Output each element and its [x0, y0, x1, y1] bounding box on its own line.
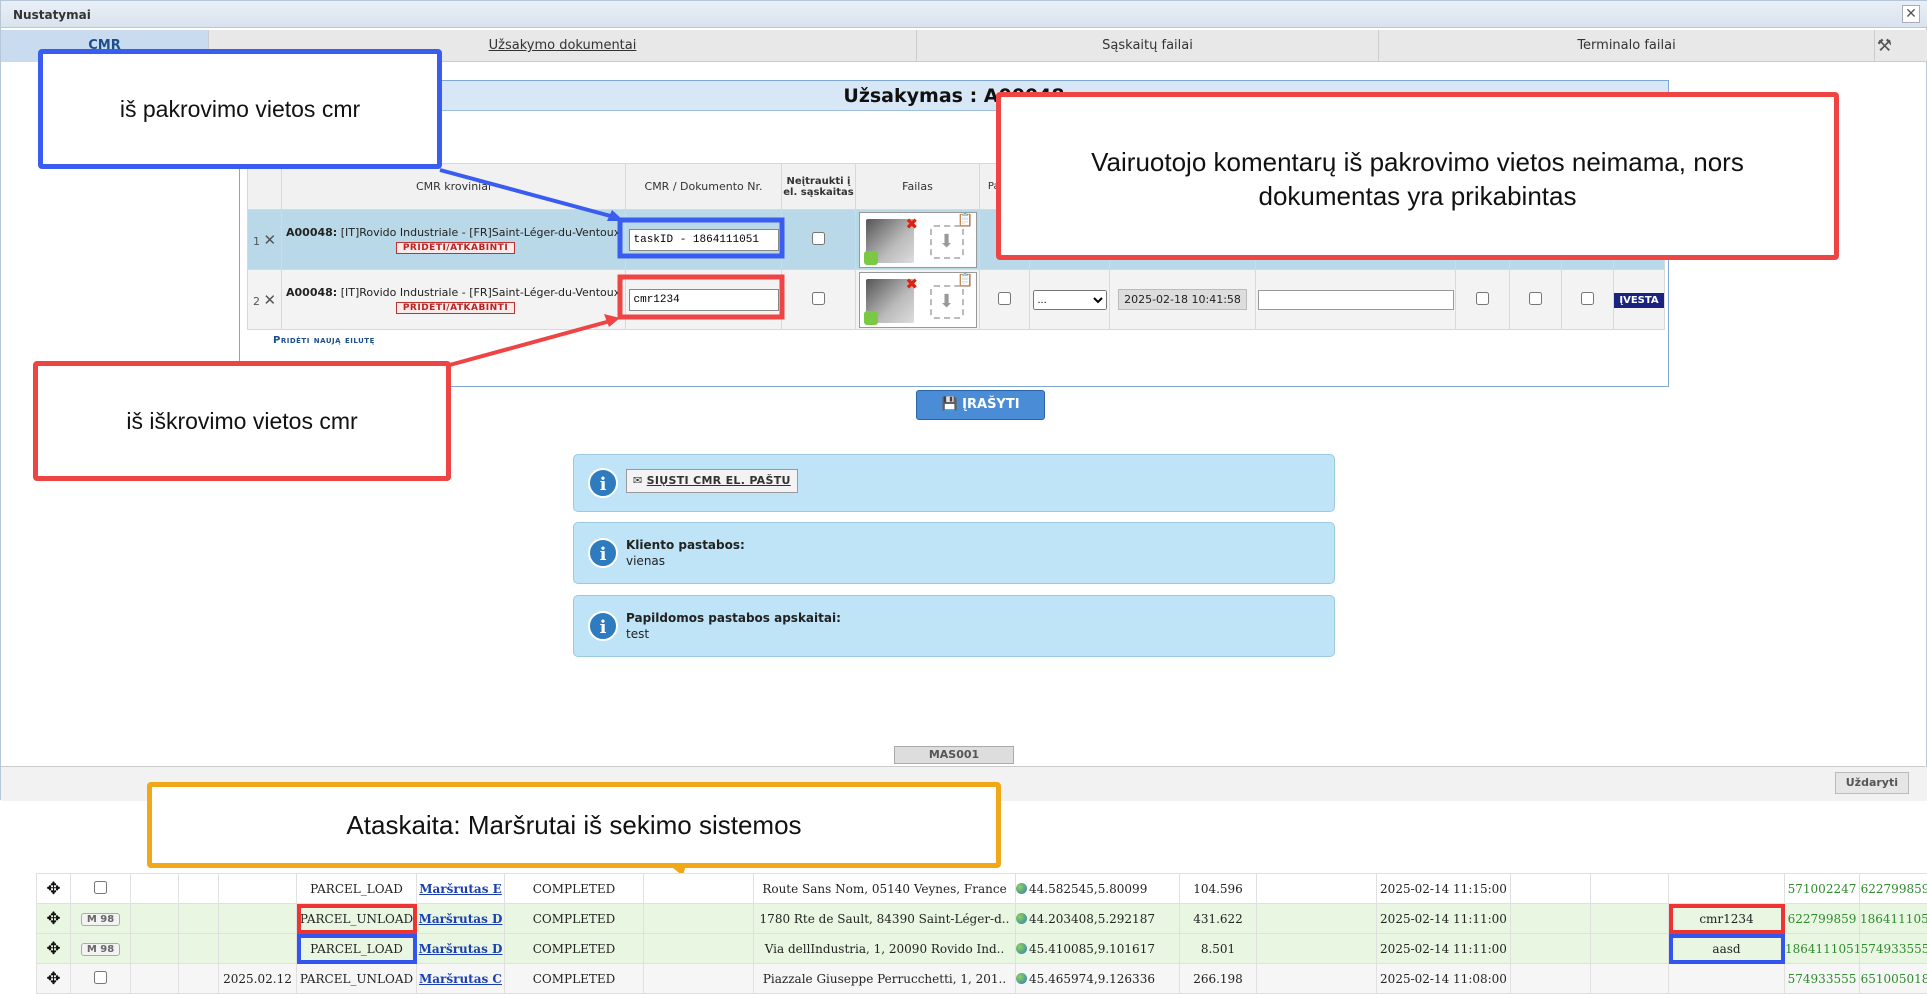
row-checkbox[interactable] — [94, 970, 107, 984]
callout-comment: Vairuotojo komentarų iš pakrovimo vietos… — [996, 92, 1839, 260]
id-cell: 571002247 — [1784, 873, 1860, 904]
time-cell: 2025-02-14 11:15:00 — [1376, 873, 1511, 904]
callout-report: Ataskaita: Maršrutai iš sekimo sistemos — [147, 782, 1001, 868]
id-cell: 1864111051 — [1784, 933, 1860, 964]
event-type: PARCEL_UNLOAD — [296, 963, 417, 994]
km-cell: 266.198 — [1179, 963, 1257, 994]
cmr-cell: aasd — [1668, 933, 1785, 964]
id-cell: 1864111051 — [1859, 903, 1927, 934]
callout-loading: iš pakrovimo vietos cmr — [38, 49, 442, 169]
cmr-cell — [1668, 963, 1785, 994]
coords-cell: 44.203408,5.292187 — [1029, 911, 1155, 926]
cmr-cell — [1668, 873, 1785, 904]
id-cell: 622799859 — [1784, 903, 1860, 934]
event-type: PARCEL_LOAD — [296, 873, 417, 904]
highlight-cmr-row1 — [617, 217, 785, 259]
km-cell: 431.622 — [1179, 903, 1257, 934]
status-cell: COMPLETED — [504, 873, 644, 904]
m-badge[interactable]: M 98 — [80, 913, 121, 926]
address-cell: Route Sans Nom, 05140 Veynes, France — [753, 873, 1016, 904]
time-cell: 2025-02-14 11:11:00 — [1376, 903, 1511, 934]
address-cell: 1780 Rte de Sault, 84390 Saint-Léger-d.. — [753, 903, 1016, 934]
route-link[interactable]: Maršrutas E — [419, 882, 502, 896]
callout-unloading: iš iškrovimo vietos cmr — [33, 361, 451, 481]
status-cell: COMPLETED — [504, 963, 644, 994]
route-link[interactable]: Maršrutas D — [419, 912, 503, 926]
report-row: ✥ 2025.02.12 PARCEL_UNLOAD Maršrutas C C… — [36, 963, 1927, 994]
move-icon[interactable]: ✥ — [46, 939, 60, 959]
report-row: ✥ M 98 PARCEL_LOAD Maršrutas D COMPLETED… — [36, 933, 1927, 964]
km-cell: 104.596 — [1179, 873, 1257, 904]
route-link[interactable]: Maršrutas C — [419, 972, 502, 986]
event-type: PARCEL_LOAD — [296, 933, 417, 964]
move-icon[interactable]: ✥ — [46, 879, 60, 899]
move-icon[interactable]: ✥ — [46, 969, 60, 989]
m-badge[interactable]: M 98 — [80, 943, 121, 956]
id-cell: 574933555 — [1859, 933, 1927, 964]
report-row: ✥ M 98 PARCEL_UNLOAD Maršrutas D COMPLET… — [36, 903, 1927, 934]
globe-icon[interactable] — [1016, 942, 1027, 954]
cmr-cell: cmr1234 — [1668, 903, 1785, 934]
route-link[interactable]: Maršrutas D — [419, 942, 503, 956]
coords-cell: 45.410085,9.101617 — [1029, 941, 1155, 956]
globe-icon[interactable] — [1016, 912, 1027, 924]
id-cell: 574933555 — [1784, 963, 1860, 994]
row-checkbox[interactable] — [94, 880, 107, 894]
arrow-red — [445, 318, 615, 368]
report-table: ✥ PARCEL_LOAD Maršrutas E COMPLETED Rout… — [36, 873, 1927, 994]
address-cell: Via dellIndustria, 1, 20090 Rovido Ind.. — [753, 933, 1016, 964]
time-cell: 2025-02-14 11:11:00 — [1376, 933, 1511, 964]
time-cell: 2025-02-14 11:08:00 — [1376, 963, 1511, 994]
coords-cell: 44.582545,5.80099 — [1029, 881, 1148, 896]
move-icon[interactable]: ✥ — [46, 909, 60, 929]
date-cell: 2025.02.12 — [218, 963, 297, 994]
km-cell: 8.501 — [1179, 933, 1257, 964]
arrow-blue — [439, 168, 619, 220]
status-cell: COMPLETED — [504, 903, 644, 934]
id-cell: 622799859 — [1859, 873, 1927, 904]
highlight-cmr-row2 — [617, 274, 785, 320]
globe-icon[interactable] — [1016, 882, 1027, 894]
address-cell: Piazzale Giuseppe Perrucchetti, 1, 201.. — [753, 963, 1016, 994]
event-type: PARCEL_UNLOAD — [296, 903, 417, 934]
report-row: ✥ PARCEL_LOAD Maršrutas E COMPLETED Rout… — [36, 873, 1927, 904]
id-cell: 651005018 — [1859, 963, 1927, 994]
coords-cell: 45.465974,9.126336 — [1029, 971, 1155, 986]
globe-icon[interactable] — [1016, 972, 1027, 984]
status-cell: COMPLETED — [504, 933, 644, 964]
